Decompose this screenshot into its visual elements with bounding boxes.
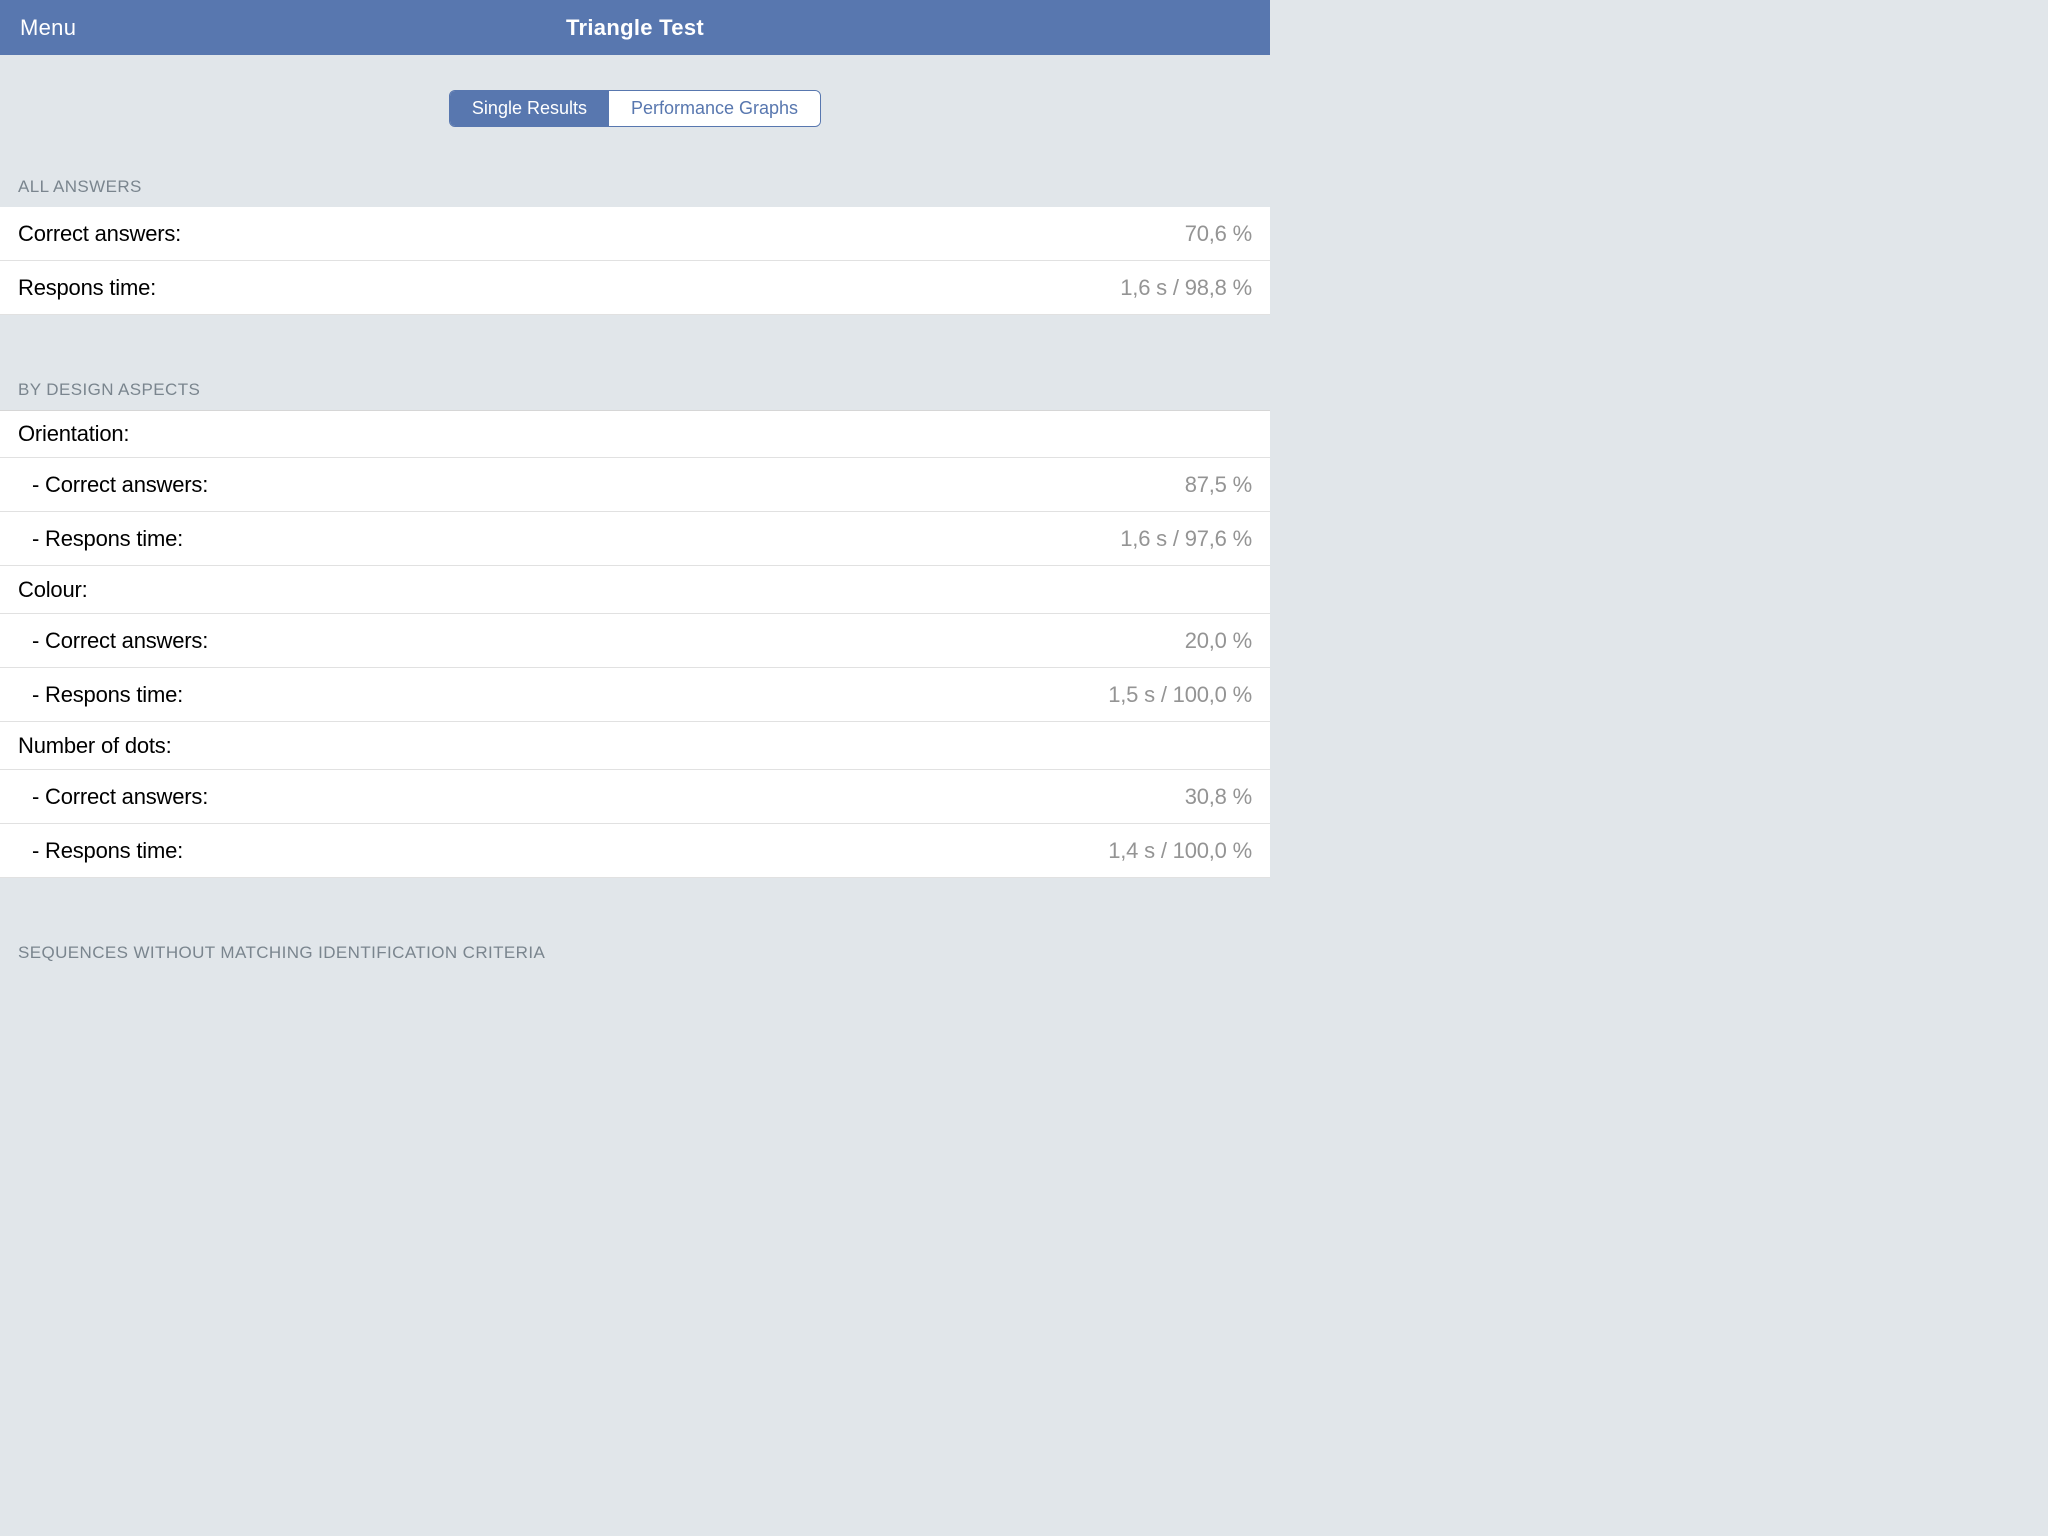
label-orientation: Orientation: bbox=[18, 421, 129, 447]
navigation-bar: Menu Triangle Test bbox=[0, 0, 1270, 55]
row-orientation-correct: - Correct answers: 87,5 % bbox=[0, 458, 1270, 512]
menu-button[interactable]: Menu bbox=[20, 15, 76, 41]
label-respons-time: Respons time: bbox=[18, 275, 156, 301]
tab-performance-graphs[interactable]: Performance Graphs bbox=[609, 91, 820, 126]
label-dots-correct: - Correct answers: bbox=[18, 784, 208, 810]
value-correct-answers: 70,6 % bbox=[1185, 221, 1252, 247]
row-correct-answers: Correct answers: 70,6 % bbox=[0, 207, 1270, 261]
label-orientation-respons: - Respons time: bbox=[18, 526, 183, 552]
group-header-dots: Number of dots: bbox=[0, 722, 1270, 770]
label-correct-answers: Correct answers: bbox=[18, 221, 181, 247]
row-orientation-respons: - Respons time: 1,6 s / 97,6 % bbox=[0, 512, 1270, 566]
row-dots-respons: - Respons time: 1,4 s / 100,0 % bbox=[0, 824, 1270, 878]
section-header-by-design: BY DESIGN ASPECTS bbox=[0, 360, 1270, 410]
row-colour-respons: - Respons time: 1,5 s / 100,0 % bbox=[0, 668, 1270, 722]
segmented-control-wrap: Single Results Performance Graphs bbox=[0, 55, 1270, 157]
label-orientation-correct: - Correct answers: bbox=[18, 472, 208, 498]
value-dots-correct: 30,8 % bbox=[1185, 784, 1252, 810]
row-dots-correct: - Correct answers: 30,8 % bbox=[0, 770, 1270, 824]
section-header-sequences: SEQUENCES WITHOUT MATCHING IDENTIFICATIO… bbox=[0, 923, 1270, 973]
label-dots: Number of dots: bbox=[18, 733, 172, 759]
page-title: Triangle Test bbox=[566, 15, 704, 41]
label-colour-correct: - Correct answers: bbox=[18, 628, 208, 654]
value-colour-respons: 1,5 s / 100,0 % bbox=[1108, 682, 1252, 708]
value-dots-respons: 1,4 s / 100,0 % bbox=[1108, 838, 1252, 864]
section-header-all-answers: ALL ANSWERS bbox=[0, 157, 1270, 207]
label-colour: Colour: bbox=[18, 577, 88, 603]
segmented-control: Single Results Performance Graphs bbox=[449, 90, 821, 127]
label-colour-respons: - Respons time: bbox=[18, 682, 183, 708]
row-respons-time: Respons time: 1,6 s / 98,8 % bbox=[0, 261, 1270, 315]
tab-single-results[interactable]: Single Results bbox=[450, 91, 609, 126]
value-colour-correct: 20,0 % bbox=[1185, 628, 1252, 654]
value-orientation-respons: 1,6 s / 97,6 % bbox=[1120, 526, 1252, 552]
label-dots-respons: - Respons time: bbox=[18, 838, 183, 864]
row-colour-correct: - Correct answers: 20,0 % bbox=[0, 614, 1270, 668]
value-orientation-correct: 87,5 % bbox=[1185, 472, 1252, 498]
group-header-colour: Colour: bbox=[0, 566, 1270, 614]
value-respons-time: 1,6 s / 98,8 % bbox=[1120, 275, 1252, 301]
group-header-orientation: Orientation: bbox=[0, 410, 1270, 458]
